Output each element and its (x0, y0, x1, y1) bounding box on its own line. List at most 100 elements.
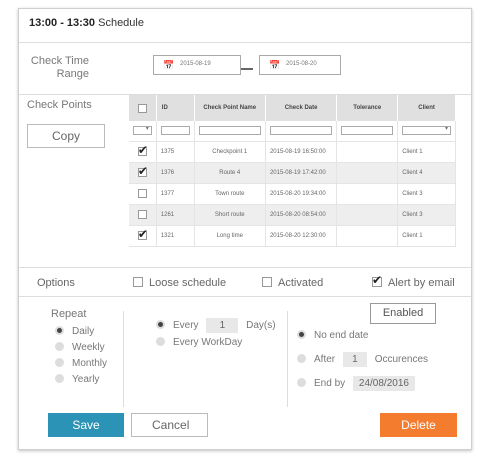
table-row[interactable]: 1321 Long time 2015-08-20 12:30:00 Clien… (129, 225, 456, 247)
radio-every-days[interactable] (156, 320, 165, 330)
filter-cell (265, 121, 338, 142)
every-days-option[interactable]: Every 1 Day(s) (156, 318, 276, 333)
end-by-date-input[interactable]: 24/08/2016 (352, 376, 415, 391)
repeat-yearly[interactable]: Yearly (55, 374, 99, 385)
date-to-field[interactable]: 📅 2015-08-20 (259, 55, 341, 75)
radio-no-end-date[interactable] (297, 330, 306, 339)
table-row[interactable]: 1376 Route 4 2015-08-19 17:42:00 Client … (129, 162, 456, 184)
enabled-button[interactable]: Enabled (370, 303, 436, 324)
check-points-table: ID Check Point Name Check Date Tolerance… (129, 95, 456, 247)
filter-cell (336, 121, 399, 142)
column-header-date[interactable]: Check Date (265, 95, 338, 121)
table-row[interactable]: 1375 Checkpoint 1 2015-08-19 16:50:00 Cl… (129, 141, 456, 163)
delete-button[interactable]: Delete (380, 413, 457, 437)
alert-email-label: Alert by email (388, 277, 455, 289)
cell-id: 1321 (156, 225, 195, 247)
calendar-icon[interactable]: 📅 (269, 60, 280, 71)
radio-end-by[interactable] (297, 378, 306, 388)
table-header: ID Check Point Name Check Date Tolerance… (129, 95, 456, 121)
end-by-label: End by (314, 378, 346, 390)
repeat-yearly-label: Yearly (72, 374, 100, 385)
radio-every-workday[interactable] (156, 337, 165, 346)
cell-client: Client 1 (397, 141, 456, 163)
filter-cell (156, 121, 195, 142)
repeat-weekly-label: Weekly (72, 342, 105, 353)
time-range-title: 13:00 - 13:30 (29, 17, 96, 29)
cell-date: 2015-08-19 16:50:00 (265, 141, 338, 163)
dialog-title: Schedule (98, 17, 144, 29)
loose-schedule-option[interactable]: Loose schedule (133, 277, 226, 289)
cell-client: Client 4 (397, 162, 456, 184)
cell-name: Route 4 (194, 162, 266, 184)
repeat-daily[interactable]: Daily (55, 326, 94, 337)
row-checkbox[interactable] (137, 189, 147, 198)
filter-select[interactable] (133, 125, 152, 136)
copy-button[interactable]: Copy (27, 124, 105, 148)
every-workday-label: Every WorkDay (173, 337, 243, 348)
save-button[interactable]: Save (48, 413, 124, 437)
cell-client: Client 1 (397, 225, 456, 247)
cell-date: 2015-08-19 17:42:00 (265, 162, 338, 184)
date-from-value: 2015-08-19 (180, 61, 211, 67)
radio-after[interactable] (297, 354, 306, 364)
column-header-id[interactable]: ID (156, 95, 195, 121)
alert-email-checkbox[interactable] (372, 273, 382, 287)
table-row[interactable]: 1377 Town route 2015-08-20 19:34:00 Clie… (129, 183, 456, 205)
filter-name-input[interactable] (198, 126, 261, 136)
column-header-tolerance[interactable]: Tolerance (336, 95, 399, 121)
filter-cell (397, 121, 456, 142)
calendar-icon[interactable]: 📅 (163, 60, 174, 71)
cell-tolerance (336, 204, 399, 226)
no-end-date-option[interactable]: No end date (297, 330, 369, 341)
activated-option[interactable]: Activated (262, 277, 323, 289)
radio-weekly[interactable] (55, 342, 64, 351)
row-checkbox[interactable] (137, 227, 148, 241)
activated-label: Activated (278, 277, 324, 289)
loose-schedule-checkbox[interactable] (133, 277, 143, 287)
cell-client: Client 3 (397, 183, 456, 205)
table-row[interactable]: 1261 Short route 2015-08-20 08:54:00 Cli… (129, 204, 456, 226)
repeat-weekly[interactable]: Weekly (55, 342, 105, 353)
activated-checkbox[interactable] (262, 277, 272, 287)
row-select-cell (129, 141, 157, 163)
radio-yearly[interactable] (55, 374, 64, 383)
every-workday-option[interactable]: Every WorkDay (156, 337, 242, 348)
filter-cell (194, 121, 266, 142)
filter-id-input[interactable] (160, 126, 190, 136)
date-from-field[interactable]: 📅 2015-08-19 (153, 55, 241, 75)
options-label: Options (37, 277, 75, 289)
radio-monthly[interactable] (55, 358, 64, 367)
every-days-input[interactable]: 1 (206, 318, 239, 333)
radio-daily[interactable] (55, 326, 64, 335)
cell-name: Long time (194, 225, 266, 247)
filter-client-select[interactable] (402, 125, 451, 136)
cancel-button[interactable]: Cancel (131, 413, 208, 437)
filter-row (129, 121, 456, 142)
filter-tolerance-input[interactable] (341, 126, 394, 136)
row-select-cell (129, 183, 157, 205)
row-checkbox[interactable] (137, 143, 148, 157)
cell-id: 1261 (156, 204, 195, 226)
cell-date: 2015-08-20 08:54:00 (265, 204, 338, 226)
after-label: After (314, 354, 336, 366)
select-all-header[interactable] (129, 95, 157, 121)
after-option[interactable]: After 1 Occurences (297, 352, 428, 367)
alert-email-option[interactable]: Alert by email (372, 273, 455, 289)
column-header-client[interactable]: Client (397, 95, 456, 121)
cell-tolerance (336, 183, 399, 205)
column-header-name[interactable]: Check Point Name (194, 95, 266, 121)
repeat-monthly[interactable]: Monthly (55, 358, 107, 369)
cell-client: Client 3 (397, 204, 456, 226)
cell-date: 2015-08-20 12:30:00 (265, 225, 338, 247)
row-checkbox[interactable] (137, 210, 147, 219)
cell-tolerance (336, 141, 399, 163)
cell-id: 1376 (156, 162, 195, 184)
cell-name: Town route (194, 183, 266, 205)
end-by-option[interactable]: End by 24/08/2016 (297, 376, 415, 391)
filter-cell (129, 121, 157, 142)
row-checkbox[interactable] (137, 164, 148, 178)
cell-id: 1375 (156, 141, 195, 163)
filter-date-input[interactable] (269, 126, 333, 136)
after-count-input[interactable]: 1 (342, 352, 367, 367)
select-all-checkbox[interactable] (137, 103, 147, 113)
